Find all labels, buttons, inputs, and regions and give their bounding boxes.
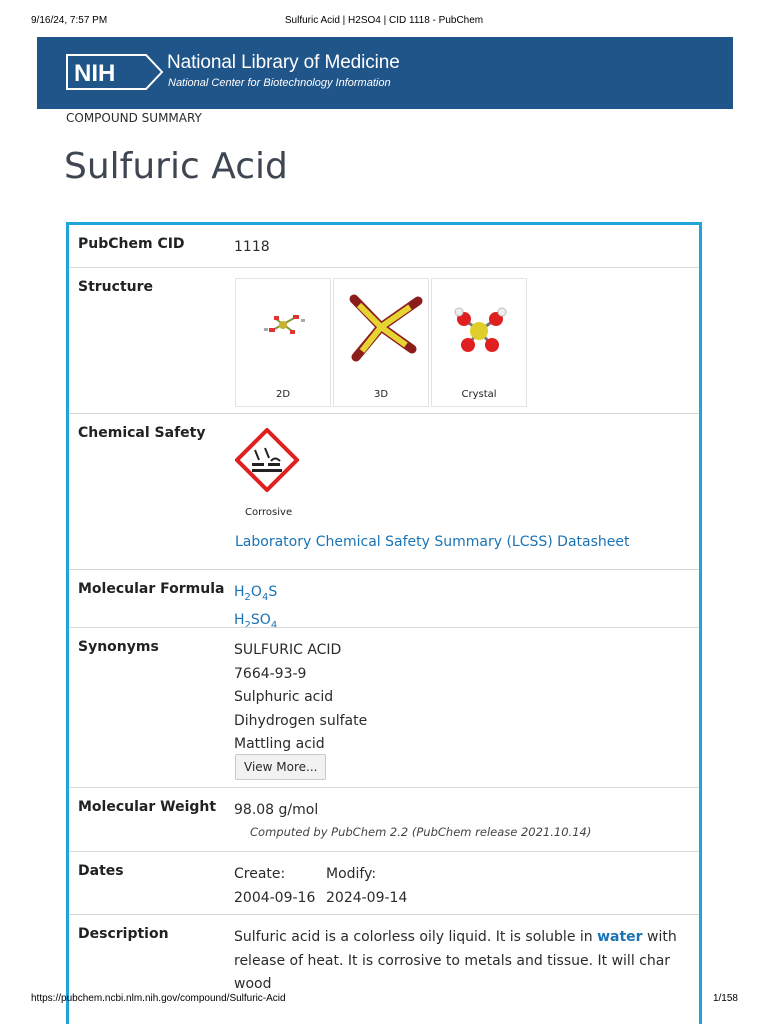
synonym-item: Sulphuric acid [234, 689, 334, 705]
cid-value: 1118 [234, 239, 270, 255]
summary-type-label: COMPOUND SUMMARY [66, 111, 202, 125]
row-molecular-formula: Molecular Formula H2O4S H2SO4 [69, 569, 699, 631]
page-title: Sulfuric Acid [64, 146, 288, 187]
modify-value: 2024-09-14 [326, 889, 408, 906]
row-label: Synonyms [78, 639, 159, 655]
modify-label: Modify: [326, 866, 377, 882]
tile-caption: Crystal [461, 389, 497, 400]
synonym-item: 7664-93-9 [234, 665, 307, 682]
synonym-item: Mattling acid [234, 736, 325, 752]
synonym-item: Dihydrogen sulfate [234, 712, 368, 729]
lcss-datasheet-link[interactable]: Laboratory Chemical Safety Summary (LCSS… [235, 534, 630, 550]
create-value: 2004-09-16 [234, 889, 316, 906]
row-label: Molecular Formula [78, 581, 225, 597]
formula-symbol: H [234, 612, 245, 629]
row-chemical-safety: Chemical Safety Corrosive Laboratory Che… [69, 413, 699, 570]
create-label: Create: [234, 866, 286, 882]
structure-tile-2d[interactable]: 2D [235, 278, 331, 407]
view-more-synonyms-button[interactable]: View More... [235, 754, 327, 780]
print-doc-title: Sulfuric Acid | H2SO4 | CID 1118 - PubCh… [284, 15, 484, 26]
print-footer: https://pubchem.ncbi.nlm.nih.gov/compoun… [0, 993, 768, 1013]
row-label: Description [78, 926, 169, 942]
3d-structure-icon [349, 294, 423, 362]
formula-symbol: S [268, 584, 278, 600]
formula-symbol: H [234, 584, 245, 600]
row-label: Chemical Safety [78, 425, 206, 441]
nih-logo-text: NIH [74, 60, 115, 87]
formula-symbol: SO [250, 612, 271, 629]
water-link[interactable]: water [597, 929, 642, 945]
structure-tiles: 2D 3D Crystal [235, 278, 535, 408]
formula-link[interactable]: H2O4S [234, 581, 687, 609]
row-label: Structure [78, 279, 154, 295]
row-synonyms: Synonyms SULFURIC ACID 7664-93-9 Sulphuric… [69, 627, 699, 788]
molecular-weight-value: 98.08 g/mol [234, 802, 319, 818]
row-label: PubChem CID [78, 236, 185, 252]
structure-tile-crystal[interactable]: Crystal [431, 278, 527, 407]
ghs-corrosive-icon[interactable] [235, 428, 299, 492]
tile-caption: 3D [373, 389, 389, 400]
nih-banner[interactable]: NIH National Library of Medicine Nationa… [37, 37, 733, 109]
tile-caption: 2D [275, 389, 291, 400]
print-url: https://pubchem.ncbi.nlm.nih.gov/compoun… [31, 993, 286, 1004]
modify-date: Modify: 2024-09-14 [326, 863, 407, 910]
row-label: Molecular Weight [78, 799, 217, 815]
print-page-number: 1/158 [712, 993, 738, 1004]
row-dates: Dates Create: 2004-09-16 Modify: 2024-09… [69, 851, 699, 915]
2d-structure-icon [264, 315, 305, 334]
row-label: Dates [78, 863, 124, 879]
computed-note: Computed by PubChem 2.2 (PubChem release… [250, 825, 592, 839]
banner-title: National Library of Medicine [167, 52, 400, 73]
synonym-list: SULFURIC ACID 7664-93-9 Sulphuric acid Dihy… [234, 639, 687, 757]
crystal-structure-icon [454, 307, 507, 352]
row-structure: Structure 2D 3D Crystal [69, 267, 699, 414]
banner-subtitle: National Center for Biotechnology Inform… [168, 77, 391, 89]
row-pubchem-cid: PubChem CID 1118 [69, 225, 699, 267]
formula-symbol: O [250, 584, 262, 600]
description-text: Sulfuric acid is a colorless oily liquid… [234, 926, 687, 997]
nih-logo[interactable]: NIH [66, 51, 164, 93]
compound-summary-table: PubChem CID 1118 Structure 2D 3D Crystal… [66, 222, 702, 1024]
print-header: 9/16/24, 7:57 PM Sulfuric Acid | H2SO4 |… [0, 15, 768, 35]
synonym-item: SULFURIC ACID [234, 642, 342, 658]
create-date: Create: 2004-09-16 [234, 863, 315, 910]
pictogram-caption: Corrosive [245, 507, 293, 518]
structure-tile-3d[interactable]: 3D [333, 278, 429, 407]
row-molecular-weight: Molecular Weight 98.08 g/mol Computed by… [69, 787, 699, 852]
description-text-before: Sulfuric acid is a colorless oily liquid… [234, 929, 598, 945]
